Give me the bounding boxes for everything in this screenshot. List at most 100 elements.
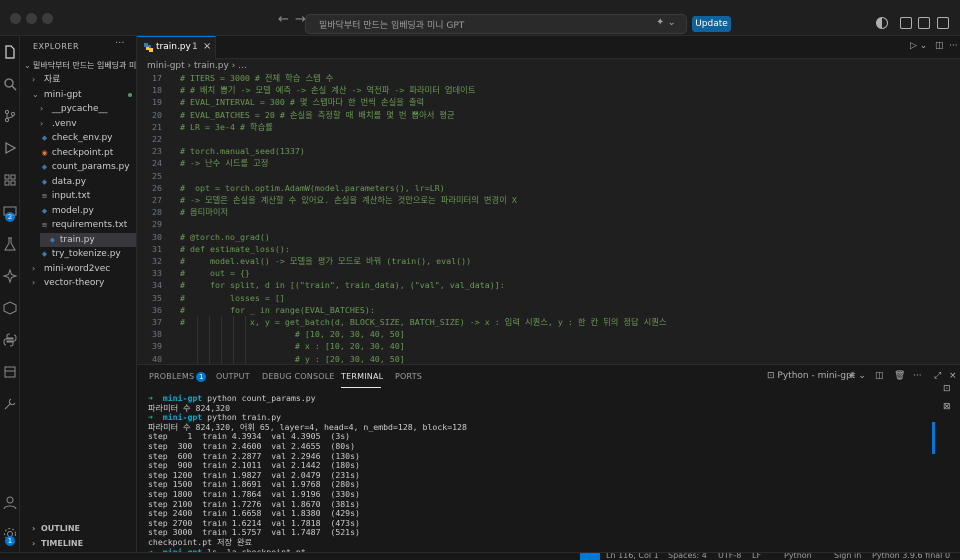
command-center-search[interactable]: 밑바닥부터 만드는 임베딩과 미니 GPT xyxy=(305,14,687,34)
back-arrow-icon[interactable]: ← xyxy=(278,13,289,26)
editor-more-actions-icon[interactable]: ··· xyxy=(949,41,958,51)
new-terminal-plus-icon[interactable]: + ⌄ xyxy=(848,371,866,381)
sidebar-item-check-env-py[interactable]: ◆ check_env.py xyxy=(40,131,113,146)
terminal-output[interactable]: ➜ mini-gpt python count_params.py 파라미터 수 … xyxy=(137,389,937,553)
explorer-files-icon[interactable] xyxy=(2,44,18,60)
timeline-section[interactable]: › TIMELINE xyxy=(32,539,83,548)
code-line: 29 xyxy=(137,218,960,230)
explorer-more-actions-icon[interactable]: ··· xyxy=(115,38,125,49)
sidebar-item-requirements-txt[interactable]: ≡ requirements.txt xyxy=(40,218,128,233)
status-bar: Ln 116, Col 1 Spaces: 4 UTF-8 LF Python … xyxy=(0,552,960,560)
sidebar-item-model-py[interactable]: ◆ model.py xyxy=(40,204,94,219)
chevron-right-icon: › xyxy=(32,278,36,287)
code-line: 33 # out = {} xyxy=(137,267,960,279)
sign-in[interactable]: Sign in xyxy=(834,553,861,560)
bottom-panel: PROBLEMS 1 OUTPUT DEBUG CONSOLE TERMINAL … xyxy=(137,364,960,553)
outline-label: OUTLINE xyxy=(41,524,80,533)
terminal-selector[interactable]: ⊡ Python - mini-gpt xyxy=(767,371,855,381)
end-of-line[interactable]: LF xyxy=(752,553,761,560)
code-text: # [10, 20, 30, 40, 50] xyxy=(180,329,405,340)
split-terminal-icon[interactable]: ◫ xyxy=(875,371,884,381)
sidebar-item-input-txt[interactable]: ≡ input.txt xyxy=(40,189,91,204)
code-text: # 옵티마이저 xyxy=(180,207,229,218)
tab-problems[interactable]: PROBLEMS 1 xyxy=(149,372,207,382)
close-window-button[interactable] xyxy=(10,13,21,24)
tools-icon[interactable] xyxy=(2,396,18,412)
terminal-list-python-icon[interactable]: ⊡ xyxy=(943,384,951,394)
extensions-icon[interactable] xyxy=(2,172,18,188)
sidebar-item-checkpoint-pt[interactable]: ◉ checkpoint.pt xyxy=(40,146,113,161)
toggle-panel-icon[interactable] xyxy=(918,17,930,29)
tab-debug-console[interactable]: DEBUG CONSOLE xyxy=(262,372,335,381)
language-mode[interactable]: Python xyxy=(784,553,812,560)
sidebar-item-count-params-py[interactable]: ◆ count_params.py xyxy=(40,160,130,175)
packages-icon[interactable] xyxy=(2,300,18,316)
code-text: # for _ in range(EVAL_BATCHES): xyxy=(180,304,375,315)
update-button[interactable]: Update xyxy=(692,16,731,32)
minimize-window-button[interactable] xyxy=(26,13,37,24)
run-python-file-icon[interactable]: ▷ ⌄ xyxy=(910,41,927,51)
sidebar-item-mini-word2vec[interactable]: › mini-word2vec xyxy=(32,262,110,277)
testing-flask-icon[interactable] xyxy=(2,236,18,252)
sidebar-item--pycache-[interactable]: › __pycache__ xyxy=(40,102,108,117)
code-text: # losses = [] xyxy=(180,292,285,303)
tab-output[interactable]: OUTPUT xyxy=(216,372,250,381)
tab-train-py[interactable]: train.py 1 × xyxy=(137,36,216,59)
remote-explorer-icon[interactable] xyxy=(2,204,18,220)
sidebar-item-label: __pycache__ xyxy=(49,104,108,114)
sidebar-item-vector-theory[interactable]: › vector-theory xyxy=(32,276,104,291)
terminal-list-zsh-icon[interactable]: ⊠ xyxy=(943,402,951,412)
copilot-sparkle-icon[interactable] xyxy=(2,268,18,284)
timeline-label: TIMELINE xyxy=(41,539,84,548)
code-line: 22 xyxy=(137,133,960,145)
sidebar-item-label: requirements.txt xyxy=(49,220,128,230)
editor-area: train.py 1 × ▷ ⌄ ◫ ··· mini-gpt › train.… xyxy=(137,36,960,364)
run-debug-icon[interactable] xyxy=(2,140,18,156)
line-number: 38 xyxy=(152,329,162,340)
account-icon[interactable] xyxy=(2,494,18,510)
encoding[interactable]: UTF-8 xyxy=(718,553,741,560)
breadcrumb[interactable]: mini-gpt › train.py › ... xyxy=(147,61,247,71)
maximize-window-button[interactable] xyxy=(42,13,53,24)
py-file-icon: ◆ xyxy=(41,134,48,142)
terminal-scrollbar[interactable] xyxy=(932,422,935,454)
python-icon[interactable] xyxy=(2,332,18,348)
code-line: 36 # for _ in range(EVAL_BATCHES): xyxy=(137,304,960,316)
outline-section[interactable]: › OUTLINE xyxy=(32,524,80,533)
tab-terminal[interactable]: TERMINAL xyxy=(341,372,383,381)
search-icon[interactable] xyxy=(2,76,18,92)
split-editor-icon[interactable]: ◫ xyxy=(935,41,944,51)
sidebar-item-data-py[interactable]: ◆ data.py xyxy=(40,175,86,190)
toggle-secondary-sidebar-icon[interactable] xyxy=(937,17,949,29)
workspace-root-folder[interactable]: ⌄밑바닥부터 만드는 임베딩과 미니... xyxy=(24,60,136,71)
prompt-command: python train.py xyxy=(202,412,282,423)
line-number: 19 xyxy=(152,97,162,108)
sidebar-item-mini-gpt[interactable]: ⌄ mini-gpt xyxy=(32,88,136,103)
code-line: 35 # losses = [] xyxy=(137,292,960,304)
copilot-icon[interactable]: ✦ ⌄ xyxy=(656,17,676,28)
cursor-position[interactable]: Ln 116, Col 1 xyxy=(606,553,659,560)
sidebar-item-train-py[interactable]: ◆ train.py1 xyxy=(40,232,136,247)
maximize-panel-icon[interactable]: ⤢ xyxy=(934,371,941,381)
remote-indicator[interactable] xyxy=(580,553,600,560)
toggle-sidebar-icon[interactable] xyxy=(900,17,912,29)
py-file-icon: ◆ xyxy=(41,206,48,215)
tab-close-icon[interactable]: × xyxy=(203,41,211,52)
sidebar-item-try-tokenize-py[interactable]: ◆ try_tokenize.py xyxy=(40,247,121,262)
code-editor[interactable]: 17 # ITERS = 3000 # 전체 학습 스텝 수 18 # # 배치 뽑기… xyxy=(137,72,960,364)
sidebar-item-label: .venv xyxy=(49,118,77,129)
sidebar-item--[interactable]: › 자료 xyxy=(32,73,60,88)
project-manager-icon[interactable] xyxy=(2,364,18,380)
sidebar-item-label: vector-theory xyxy=(41,278,105,288)
sidebar-item--venv[interactable]: › .venv xyxy=(40,117,77,132)
sidebar-item-label: input.txt xyxy=(49,191,91,201)
code-line: 17 # ITERS = 3000 # 전체 학습 스텝 수 xyxy=(137,72,960,84)
accounts-palette-icon[interactable] xyxy=(876,17,888,29)
close-panel-icon[interactable]: × xyxy=(949,371,957,381)
indentation[interactable]: Spaces: 4 xyxy=(668,553,707,560)
python-interpreter[interactable]: Python 3.9.6 final 0 xyxy=(872,553,950,560)
kill-terminal-trash-icon[interactable]: 🗑 xyxy=(894,371,905,381)
panel-more-actions-icon[interactable]: ··· xyxy=(913,371,922,381)
tab-ports[interactable]: PORTS xyxy=(395,372,422,381)
source-control-icon[interactable] xyxy=(2,108,18,124)
